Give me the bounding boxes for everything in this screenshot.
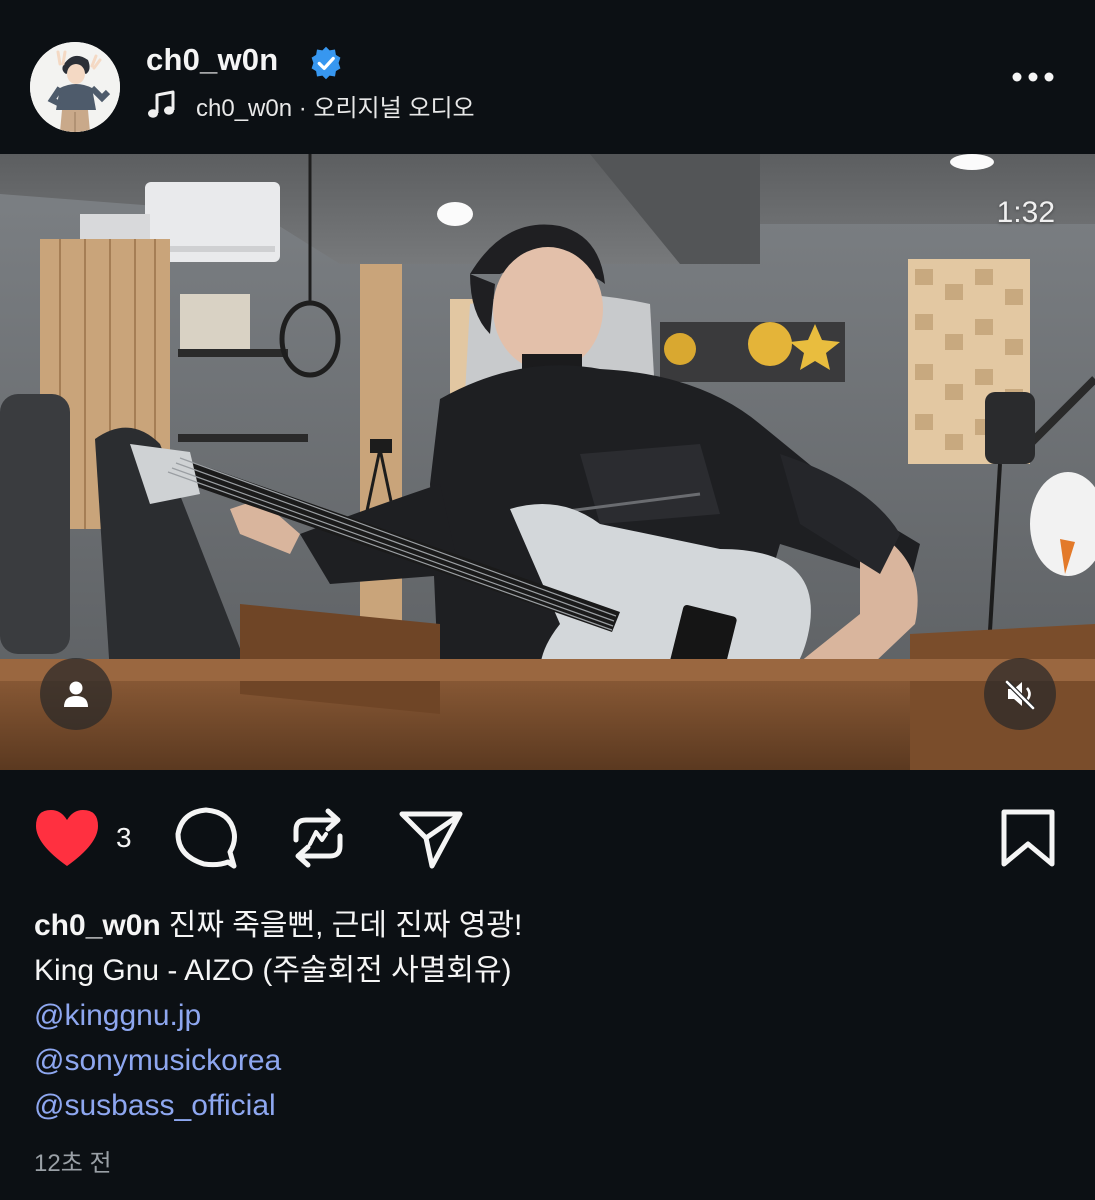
verified-badge-icon bbox=[311, 46, 341, 80]
mention-link[interactable]: @susbass_official bbox=[34, 1083, 1064, 1128]
heart-filled-icon[interactable] bbox=[34, 808, 100, 868]
caption-text: 진짜 죽을뻔, 근데 진짜 영광! bbox=[168, 909, 523, 942]
comment-icon[interactable] bbox=[174, 806, 238, 870]
mute-button[interactable] bbox=[984, 658, 1056, 730]
post-header: ch0_w0n ch0_w0n · 오리지널 오디오 bbox=[0, 0, 1095, 154]
audio-label: ch0_w0n · 오리지널 오디오 bbox=[196, 94, 475, 122]
music-note-icon bbox=[148, 90, 175, 118]
avatar[interactable] bbox=[30, 42, 120, 132]
speaker-muted-icon bbox=[1005, 680, 1035, 710]
video-player[interactable]: 1:32 bbox=[0, 154, 1095, 770]
post-time-ago: 12초 전 bbox=[34, 1150, 112, 1177]
caption: ch0_w0n 진짜 죽을뻔, 근데 진짜 영광! King Gnu - AIZO… bbox=[34, 903, 1064, 1128]
bookmark-icon[interactable] bbox=[1000, 808, 1056, 868]
avatar-illustration bbox=[30, 42, 120, 132]
user-tag-icon bbox=[64, 681, 88, 707]
mention-link[interactable]: @sonymusickorea bbox=[34, 1038, 1064, 1083]
like-count[interactable]: 3 bbox=[116, 822, 132, 854]
action-bar bbox=[0, 800, 1095, 880]
post-username[interactable]: ch0_w0n bbox=[146, 42, 278, 78]
more-horizontal-icon[interactable] bbox=[1008, 62, 1058, 92]
video-timestamp: 1:32 bbox=[996, 196, 1055, 229]
user-tag-button[interactable] bbox=[40, 658, 112, 730]
caption-line-2: King Gnu - AIZO (주술회전 사멸회유) bbox=[34, 954, 512, 987]
caption-line-1: ch0_w0n 진짜 죽을뻔, 근데 진짜 영광! bbox=[34, 903, 1064, 948]
caption-username[interactable]: ch0_w0n bbox=[34, 909, 161, 942]
video-frame bbox=[0, 154, 1095, 770]
repost-icon[interactable] bbox=[288, 806, 348, 870]
send-icon[interactable] bbox=[398, 808, 464, 870]
audio-link[interactable]: ch0_w0n · 오리지널 오디오 bbox=[146, 88, 475, 122]
mention-link[interactable]: @kinggnu.jp bbox=[34, 993, 1064, 1038]
